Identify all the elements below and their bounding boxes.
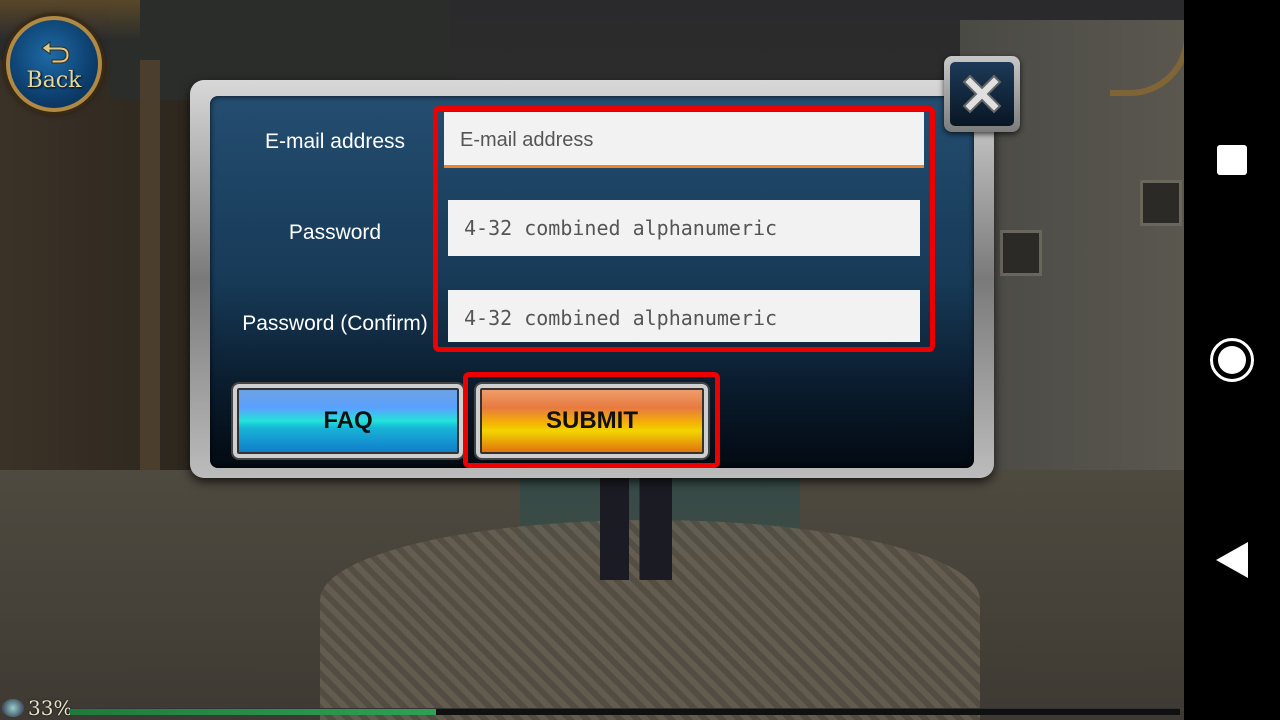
password-field[interactable]: 4-32 combined alphanumeric — [448, 200, 920, 256]
loading-progress-fill — [70, 709, 437, 715]
email-field[interactable]: E-mail address — [444, 112, 924, 168]
email-field-placeholder: E-mail address — [460, 129, 594, 151]
back-button-label: Back — [26, 68, 82, 93]
close-x-icon — [962, 74, 1002, 114]
password-label: Password — [288, 221, 382, 244]
back-button[interactable]: Back — [6, 16, 102, 112]
close-button[interactable] — [944, 56, 1020, 132]
password-field-placeholder: 4-32 combined alphanumeric — [464, 216, 778, 240]
timber-beam — [140, 60, 160, 530]
player-character — [600, 470, 672, 580]
square-icon[interactable] — [1217, 145, 1247, 175]
window — [1140, 180, 1182, 226]
triangle-back-icon[interactable] — [1214, 540, 1250, 580]
window — [1000, 230, 1042, 276]
faq-button[interactable]: FAQ — [233, 384, 463, 458]
password-confirm-label: Password (Confirm) — [242, 312, 428, 335]
password-confirm-field[interactable]: 4-32 combined alphanumeric — [448, 290, 920, 342]
building-left — [0, 0, 450, 530]
home-dot — [1218, 346, 1246, 374]
close-button-face — [950, 62, 1014, 126]
submit-button[interactable]: SUBMIT — [476, 384, 708, 458]
circle-icon[interactable] — [1210, 338, 1254, 382]
password-confirm-field-placeholder: 4-32 combined alphanumeric — [464, 306, 778, 330]
loading-percent: 33% — [28, 696, 73, 720]
loading-orb-icon — [2, 699, 24, 717]
back-arrow-icon — [41, 41, 70, 64]
android-nav-bar — [1184, 0, 1280, 720]
loading-progress-bar — [70, 708, 1180, 715]
screen: 33% Back E-mail address Password Passwor… — [0, 0, 1280, 720]
email-label: E-mail address — [264, 130, 406, 153]
